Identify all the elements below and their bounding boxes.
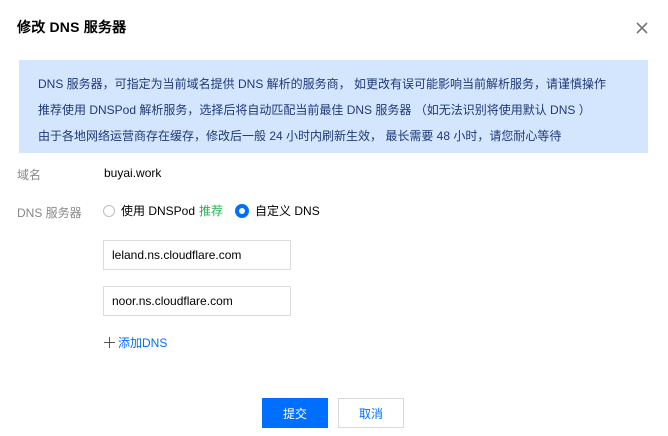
dns-server-label: DNS 服务器 — [17, 206, 82, 220]
info-notice: DNS 服务器，可指定为当前域名提供 DNS 解析的服务商， 如更改有误可能影响… — [19, 60, 648, 153]
radio-custom-label: 自定义 DNS — [255, 204, 320, 218]
radio-custom-dns[interactable]: 自定义 DNS — [235, 202, 320, 219]
notice-line-3: 由于各地网络运营商存在缓存，修改后一般 24 小时内刷新生效， 最长需要 48 … — [38, 129, 562, 143]
radio-use-dnspod[interactable]: 使用 DNSPod 推荐 — [103, 202, 223, 219]
domain-value: buyai.work — [104, 166, 162, 180]
radio-checked-icon[interactable] — [235, 203, 250, 218]
radio-unchecked-icon[interactable] — [103, 204, 115, 217]
add-dns-button[interactable]: 添加DNS — [104, 334, 167, 351]
close-icon[interactable] — [634, 20, 650, 36]
submit-button[interactable]: 提交 — [262, 398, 328, 428]
recommend-badge: 推荐 — [199, 204, 224, 218]
dns-option-group: 使用 DNSPod 推荐 自定义 DNS — [103, 202, 320, 219]
dns-server-input-2[interactable] — [103, 286, 291, 316]
notice-line-1: DNS 服务器，可指定为当前域名提供 DNS 解析的服务商， 如更改有误可能影响… — [38, 77, 607, 91]
radio-dnspod-label: 使用 DNSPod — [121, 204, 196, 218]
modify-dns-dialog: 修改 DNS 服务器 DNS 服务器，可指定为当前域名提供 DNS 解析的服务商… — [0, 0, 668, 436]
add-dns-label: 添加DNS — [118, 336, 168, 350]
notice-line-2: 推荐使用 DNSPod 解析服务，选择后将自动匹配当前最佳 DNS 服务器 （如… — [38, 103, 591, 117]
dns-server-input-1[interactable] — [103, 240, 291, 270]
cancel-button[interactable]: 取消 — [338, 398, 404, 428]
plus-icon — [104, 337, 115, 348]
dialog-title: 修改 DNS 服务器 — [17, 19, 127, 35]
domain-label: 域名 — [17, 168, 42, 182]
